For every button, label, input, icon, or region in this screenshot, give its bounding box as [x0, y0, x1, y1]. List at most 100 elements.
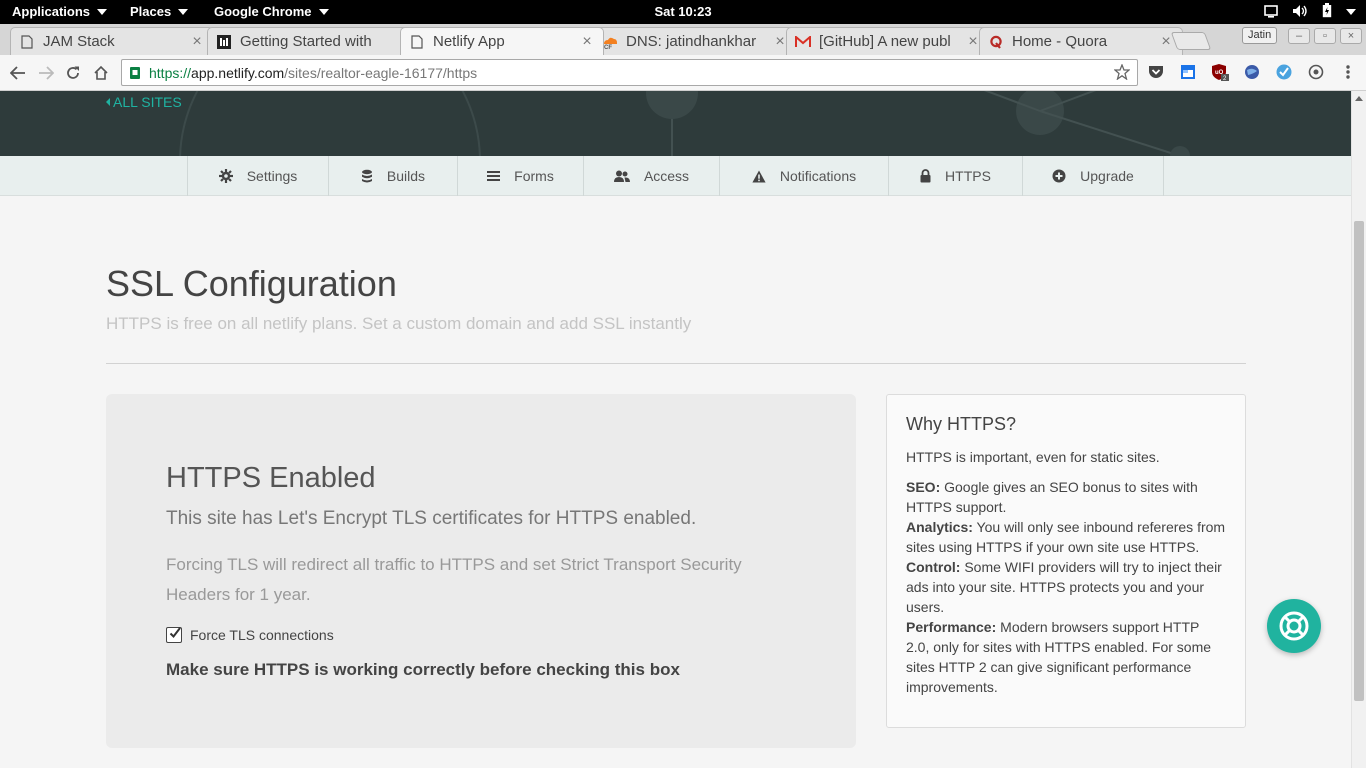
point-term: Analytics: [906, 519, 973, 535]
record-extension-icon[interactable] [1307, 63, 1325, 81]
url-path: /sites/realtor-eagle-16177/https [284, 65, 478, 81]
tab-title: DNS: jatindhankhar [626, 33, 757, 50]
pocket-icon[interactable] [1147, 63, 1165, 81]
reload-icon [67, 66, 79, 79]
url-text: https://app.netlify.com/sites/realtor-ea… [149, 65, 477, 81]
system-tray[interactable] [1264, 3, 1356, 18]
subnav-label: Settings [246, 168, 298, 184]
reload-button[interactable] [63, 63, 83, 83]
tab-getting-started[interactable]: Getting Started with [207, 27, 411, 55]
subnav-settings[interactable]: Settings [187, 156, 328, 196]
arrow-right-icon [39, 66, 54, 80]
chevron-down-icon [1346, 8, 1356, 15]
subnav-notifications[interactable]: Notifications [719, 156, 888, 196]
tab-title: Netlify App [433, 33, 505, 50]
minimize-button[interactable]: – [1288, 28, 1310, 44]
why-https-point-seo: SEO: Google gives an SEO bonus to sites … [906, 477, 1226, 517]
maximize-button[interactable]: ▫ [1314, 28, 1336, 44]
home-button[interactable] [91, 63, 111, 83]
chevron-left-icon [106, 98, 110, 106]
cloudflare-icon: CF [602, 34, 618, 50]
https-status-lead: This site has Let's Encrypt TLS certific… [166, 508, 697, 529]
why-https-point-analytics: Analytics: You will only see inbound ref… [906, 517, 1226, 557]
all-sites-label: ALL SITES [113, 94, 182, 110]
clock[interactable]: Sat 10:23 [0, 4, 1366, 19]
why-https-point-performance: Performance: Modern browsers support HTT… [906, 617, 1226, 697]
point-text: Google gives an SEO bonus to sites with … [906, 479, 1198, 515]
network-pattern [179, 91, 1190, 156]
users-icon [613, 170, 630, 182]
bookmark-star-icon[interactable] [1114, 64, 1130, 80]
divider [106, 363, 1246, 364]
profile-button[interactable]: Jatin [1242, 27, 1278, 44]
point-term: SEO: [906, 479, 941, 495]
back-button[interactable] [8, 63, 28, 83]
subnav-builds[interactable]: Builds [328, 156, 457, 196]
address-bar[interactable]: https://app.netlify.com/sites/realtor-ea… [121, 59, 1138, 86]
close-icon[interactable]: × [189, 33, 205, 51]
url-host: app.netlify.com [191, 65, 285, 81]
battery-icon [1322, 3, 1332, 18]
arrow-left-icon [10, 66, 25, 80]
quora-icon [988, 34, 1004, 50]
gmail-icon [795, 34, 811, 50]
ublock-icon[interactable]: uO 2 [1211, 63, 1229, 81]
tab-netlify-app[interactable]: Netlify App × [400, 27, 604, 55]
tab-title: Getting Started with [240, 33, 372, 50]
lifebuoy-icon [1279, 611, 1309, 641]
tab-title: [GitHub] A new publ [819, 33, 951, 50]
point-term: Control: [906, 559, 961, 575]
tab-quora[interactable]: Home - Quora × [979, 27, 1183, 55]
subnav-label: Access [643, 168, 690, 184]
subnav-upgrade[interactable]: Upgrade [1022, 156, 1164, 196]
https-status-panel: HTTPS Enabled This site has Let's Encryp… [106, 394, 856, 748]
plus-circle-icon [1052, 169, 1066, 183]
home-icon [94, 65, 108, 80]
scrollbar-thumb[interactable] [1354, 221, 1364, 701]
chrome-menu-button[interactable] [1339, 63, 1357, 81]
gear-icon [218, 169, 233, 183]
scroll-up-icon[interactable] [1355, 96, 1363, 101]
all-sites-link[interactable]: ALL SITES [106, 94, 182, 110]
checkmark-extension-icon[interactable] [1275, 63, 1293, 81]
subnav-https[interactable]: HTTPS [888, 156, 1022, 196]
tab-jam-stack[interactable]: JAM Stack × [10, 27, 214, 55]
page-subtitle: HTTPS is free on all netlify plans. Set … [106, 314, 692, 333]
subnav-forms[interactable]: Forms [457, 156, 583, 196]
why-https-intro: HTTPS is important, even for static site… [906, 449, 1160, 465]
subnav-label: HTTPS [945, 168, 991, 184]
page-icon [409, 34, 425, 50]
github-icon [216, 34, 232, 50]
database-icon [361, 169, 372, 183]
close-window-button[interactable]: × [1340, 28, 1362, 44]
close-icon[interactable]: × [579, 33, 595, 51]
force-tls-description: Forcing TLS will redirect all traffic to… [166, 555, 742, 604]
tab-strip: JAM Stack × Getting Started with Netlify… [0, 24, 1366, 55]
screen-icon [1264, 4, 1278, 18]
url-scheme: https:// [149, 65, 192, 81]
subnav-label: Builds [386, 168, 426, 184]
force-tls-checkbox-row[interactable]: Force TLS connections [166, 627, 334, 643]
page-title: SSL Configuration [106, 263, 397, 304]
why-https-card: Why HTTPS? HTTPS is important, even for … [886, 394, 1246, 728]
tab-github-mail[interactable]: [GitHub] A new publ × [786, 27, 990, 55]
page-scrollbar[interactable] [1351, 91, 1366, 768]
tab-title: Home - Quora [1012, 33, 1108, 50]
force-tls-checkbox[interactable] [166, 627, 182, 643]
force-tls-warning: Make sure HTTPS is working correctly bef… [166, 660, 680, 679]
system-top-bar: Applications Places Google Chrome Sat 10… [0, 0, 1366, 24]
warning-icon [752, 170, 766, 182]
extension-window-icon[interactable] [1179, 63, 1197, 81]
volume-icon [1293, 4, 1307, 17]
help-chat-button[interactable] [1267, 599, 1321, 653]
subnav-label: Notifications [779, 168, 857, 184]
tab-dns[interactable]: CF DNS: jatindhankhar × [593, 27, 797, 55]
forward-button[interactable] [36, 63, 56, 83]
subnav-access[interactable]: Access [583, 156, 719, 196]
new-tab-button[interactable] [1170, 32, 1212, 50]
site-subnav: Settings Builds Forms Access Notificatio… [0, 156, 1351, 196]
globe-extension-icon[interactable] [1243, 63, 1261, 81]
lock-icon [130, 67, 140, 79]
why-https-point-control: Control: Some WIFI providers will try to… [906, 557, 1226, 617]
https-status-heading: HTTPS Enabled [166, 462, 376, 494]
